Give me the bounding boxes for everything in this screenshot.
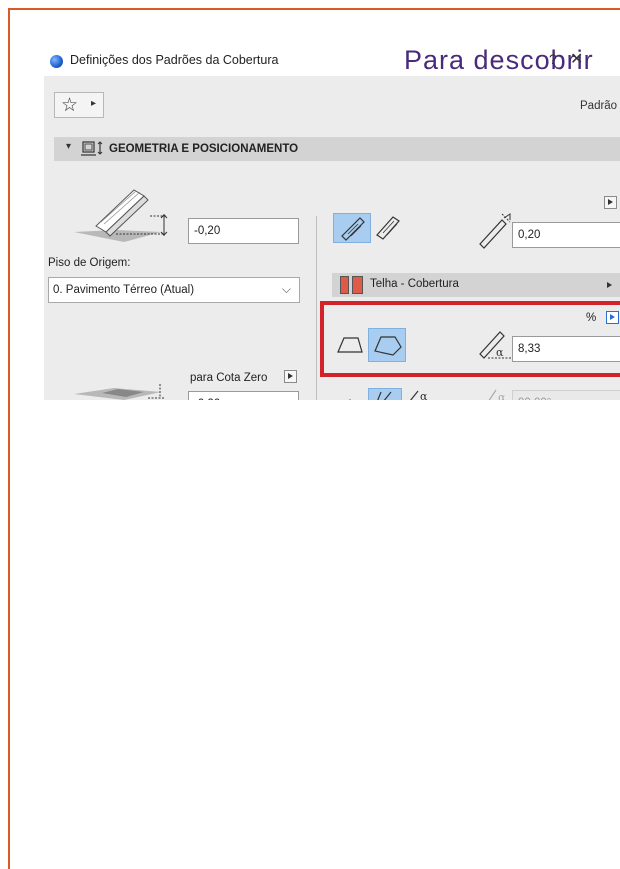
close-button[interactable]: ✕: [570, 49, 583, 69]
geometry-section-header[interactable]: ▾ GEOMETRIA E POSICIONAMENTO: [54, 137, 620, 161]
pitch-perpendicular-icon: [377, 391, 392, 400]
to-project-zero-label: para Cota Zero: [190, 372, 268, 384]
roof-thickness-icon: [479, 213, 511, 249]
star-icon: ☆: [61, 95, 79, 116]
help-button[interactable]: ?: [549, 51, 557, 67]
column-divider: [316, 216, 317, 400]
page-frame-top: [8, 8, 620, 10]
offset-illustration: [74, 384, 164, 400]
material-swatch-icon: [340, 276, 349, 294]
favorites-button[interactable]: ☆ ▸: [54, 92, 104, 118]
title-bar: Definições dos Padrões da Cobertura Para…: [44, 44, 620, 76]
material-selector[interactable]: Telha - Cobertura: [332, 273, 620, 297]
reference-level-arrow-button[interactable]: [284, 370, 297, 383]
material-name: Telha - Cobertura: [370, 278, 459, 290]
roof-edge-perpendicular-button[interactable]: [371, 213, 407, 243]
material-arrow-button[interactable]: [604, 280, 617, 293]
geometry-section-icon: [81, 140, 107, 163]
chevron-down-icon: ⌵: [281, 282, 291, 296]
pitch-perpendicular-button[interactable]: [368, 388, 402, 400]
default-label: Padrão: [580, 100, 618, 112]
pitch-vertical-icon: [349, 399, 351, 400]
window-title: Definições dos Padrões da Cobertura: [70, 53, 279, 67]
home-story-select[interactable]: 0. Pavimento Térreo (Atual) ⌵: [48, 277, 300, 303]
section-title: GEOMETRIA E POSICIONAMENTO: [109, 143, 299, 155]
roof-edge-vertical-button[interactable]: [333, 213, 371, 243]
svg-text:α: α: [498, 391, 506, 400]
home-story-value: 0. Pavimento Térreo (Atual): [53, 284, 195, 296]
overlay-heading: Para descobrir: [404, 45, 594, 75]
archicad-app-icon: [50, 55, 63, 68]
page-frame-left: [8, 8, 10, 869]
svg-text:α: α: [420, 390, 428, 400]
collapse-caret-icon[interactable]: ▾: [66, 141, 71, 152]
thickness-options-arrow-button[interactable]: [604, 196, 617, 209]
pitch-angle-button[interactable]: α: [406, 388, 436, 400]
angle-input: 90,00°: [512, 390, 620, 400]
material-swatch-icon: [352, 276, 363, 294]
highlight-box: [320, 301, 620, 377]
pitch-angle-icon: α: [410, 390, 428, 400]
favorites-arrow-icon: ▸: [91, 98, 97, 109]
pitch-vertical-button[interactable]: [334, 390, 366, 400]
roof-slab-illustration: [74, 189, 168, 242]
thickness-input[interactable]: -0,20: [188, 218, 299, 244]
angle-disabled-icon: α: [488, 389, 506, 400]
home-story-label: Piso de Origem:: [48, 257, 131, 269]
offset-input[interactable]: -0,20: [188, 391, 299, 400]
edge-perpendicular-icon: [376, 216, 400, 240]
edge-vertical-icon: [341, 217, 365, 241]
roof-thickness-input[interactable]: 0,20: [512, 222, 620, 248]
